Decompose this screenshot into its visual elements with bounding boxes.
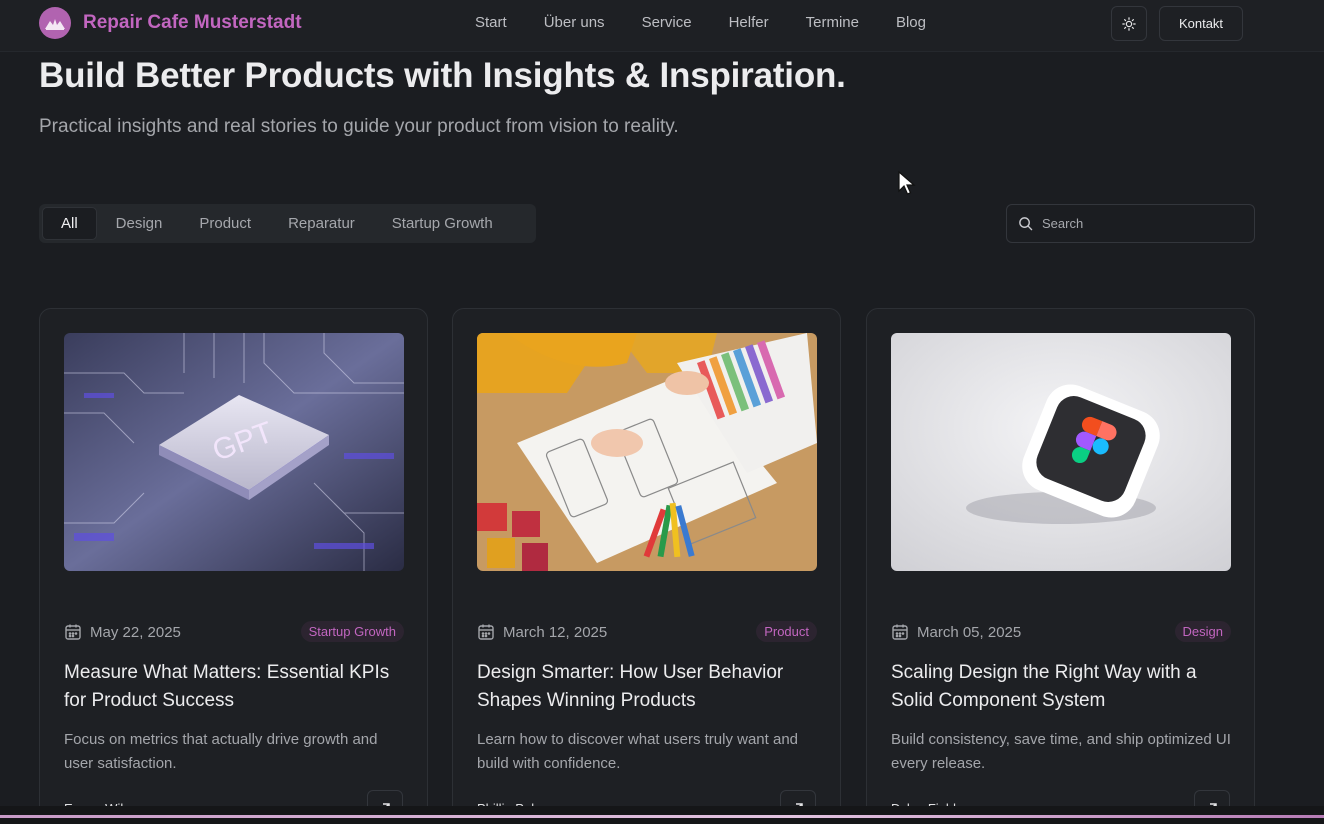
calendar-icon [65,624,81,640]
nav-item-dates[interactable]: Termine [806,14,859,31]
nav-item-blog[interactable]: Blog [896,14,926,31]
calendar-icon [892,624,908,640]
post-date: March 05, 2025 [917,623,1022,641]
wireframe-sketch-image[interactable] [477,333,817,571]
post-card[interactable]: March 05, 2025 Design Scaling Design the… [866,308,1255,824]
cafe-logo-icon [39,7,71,39]
brand[interactable]: Repair Cafe Musterstadt [39,7,302,39]
main-nav: Start Über uns Service Helfer Termine Bl… [475,14,963,31]
filter-all[interactable]: All [42,207,97,240]
filter-startup-growth[interactable]: Startup Growth [374,207,511,240]
post-tag[interactable]: Design [1174,621,1231,642]
post-card[interactable]: March 12, 2025 Product Design Smarter: H… [452,308,841,824]
filter-product[interactable]: Product [181,207,269,240]
figma-3d-logo-image[interactable] [891,333,1231,571]
page-title: Build Better Products with Insights & In… [39,56,846,95]
post-title[interactable]: Scaling Design the Right Way with a Soli… [891,659,1236,715]
post-date: March 12, 2025 [503,623,608,641]
nav-item-start[interactable]: Start [475,14,507,31]
post-description: Learn how to discover what users truly w… [477,731,798,772]
post-meta: March 05, 2025 Design [891,621,1231,643]
post-title[interactable]: Design Smarter: How User Behavior Shapes… [477,659,822,715]
nav-item-about[interactable]: Über uns [544,14,605,31]
filter-design[interactable]: Design [98,207,181,240]
post-meta: March 12, 2025 Product [477,621,817,643]
category-filter-tabs: All Design Product Reparatur Startup Gro… [39,204,536,243]
post-date: May 22, 2025 [90,623,181,641]
post-card[interactable]: GPT May 22, 2025 Startup Growth Measure … [39,308,428,824]
post-description: Focus on metrics that actually drive gro… [64,731,378,772]
page-subtitle: Practical insights and real stories to g… [39,116,679,137]
search-input[interactable] [1042,216,1242,231]
gpt-chip-image[interactable]: GPT [64,333,404,571]
brand-name[interactable]: Repair Cafe Musterstadt [83,12,302,34]
post-tag[interactable]: Product [756,621,817,642]
post-meta: May 22, 2025 Startup Growth [64,621,404,643]
filter-reparatur[interactable]: Reparatur [270,207,373,240]
contact-button[interactable]: Kontakt [1159,6,1243,41]
post-tag[interactable]: Startup Growth [300,621,404,642]
nav-item-helpers[interactable]: Helfer [729,14,769,31]
sun-icon [1122,16,1136,31]
post-description: Build consistency, save time, and ship o… [891,731,1231,772]
theme-toggle-button[interactable] [1111,6,1147,41]
bottom-accent-line [0,815,1324,818]
nav-item-service[interactable]: Service [642,14,692,31]
mouse-cursor-icon [898,170,916,195]
site-header: Repair Cafe Musterstadt Start Über uns S… [0,0,1324,52]
calendar-icon [478,624,494,640]
search-box[interactable] [1006,204,1255,243]
post-title[interactable]: Measure What Matters: Essential KPIs for… [64,659,409,715]
search-icon [1019,217,1033,231]
